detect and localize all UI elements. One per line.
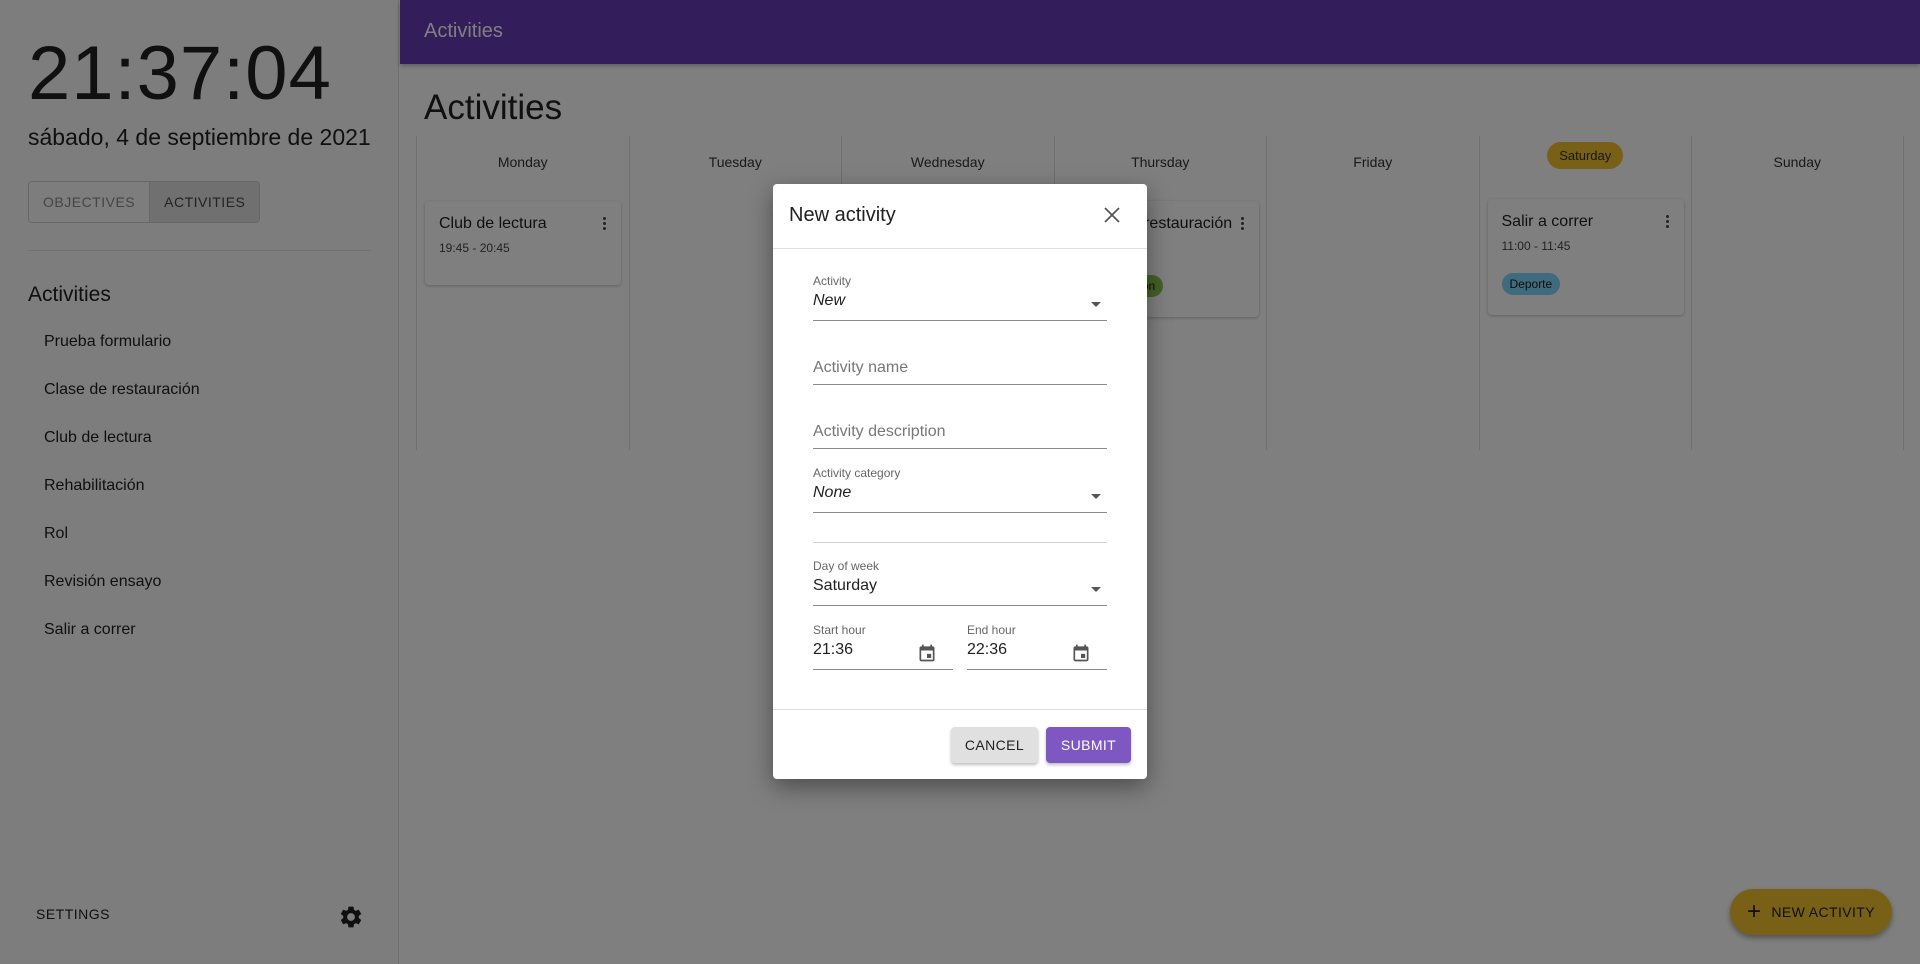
dropdown-arrow-icon bbox=[1091, 302, 1101, 307]
dialog-divider bbox=[773, 709, 1147, 710]
field-label: Day of week bbox=[813, 559, 880, 573]
activity-select-value: New bbox=[813, 292, 846, 309]
dropdown-arrow-icon bbox=[1091, 587, 1101, 592]
activity-description-field[interactable]: Activity description bbox=[813, 423, 1107, 449]
activity-name-placeholder: Activity name bbox=[813, 359, 909, 376]
day-of-week-select[interactable]: Day of week Saturday bbox=[813, 559, 1107, 606]
cancel-button[interactable]: CANCEL bbox=[951, 727, 1038, 763]
activity-select[interactable]: Activity New bbox=[813, 274, 1107, 321]
activity-category-value: None bbox=[813, 484, 852, 501]
close-icon[interactable] bbox=[1103, 206, 1121, 224]
activity-category-select[interactable]: Activity category None bbox=[813, 466, 1107, 513]
activity-name-field[interactable]: Activity name bbox=[813, 359, 1107, 385]
field-separator bbox=[813, 542, 1107, 543]
dialog-divider bbox=[773, 248, 1147, 249]
dropdown-arrow-icon bbox=[1091, 494, 1101, 499]
calendar-icon[interactable] bbox=[1071, 643, 1091, 663]
day-of-week-value: Saturday bbox=[813, 577, 878, 594]
field-label: Activity bbox=[813, 274, 852, 288]
new-activity-dialog: New activity Activity New Activity name … bbox=[773, 184, 1147, 779]
dialog-title: New activity bbox=[789, 204, 896, 226]
end-hour-field[interactable]: End hour 22:36 bbox=[967, 623, 1107, 670]
submit-button[interactable]: SUBMIT bbox=[1046, 727, 1131, 763]
activity-description-placeholder: Activity description bbox=[813, 423, 946, 440]
calendar-icon[interactable] bbox=[917, 643, 937, 663]
field-label: End hour bbox=[967, 623, 1016, 637]
field-label: Start hour bbox=[813, 623, 866, 637]
field-label: Activity category bbox=[813, 466, 901, 480]
start-hour-field[interactable]: Start hour 21:36 bbox=[813, 623, 953, 670]
